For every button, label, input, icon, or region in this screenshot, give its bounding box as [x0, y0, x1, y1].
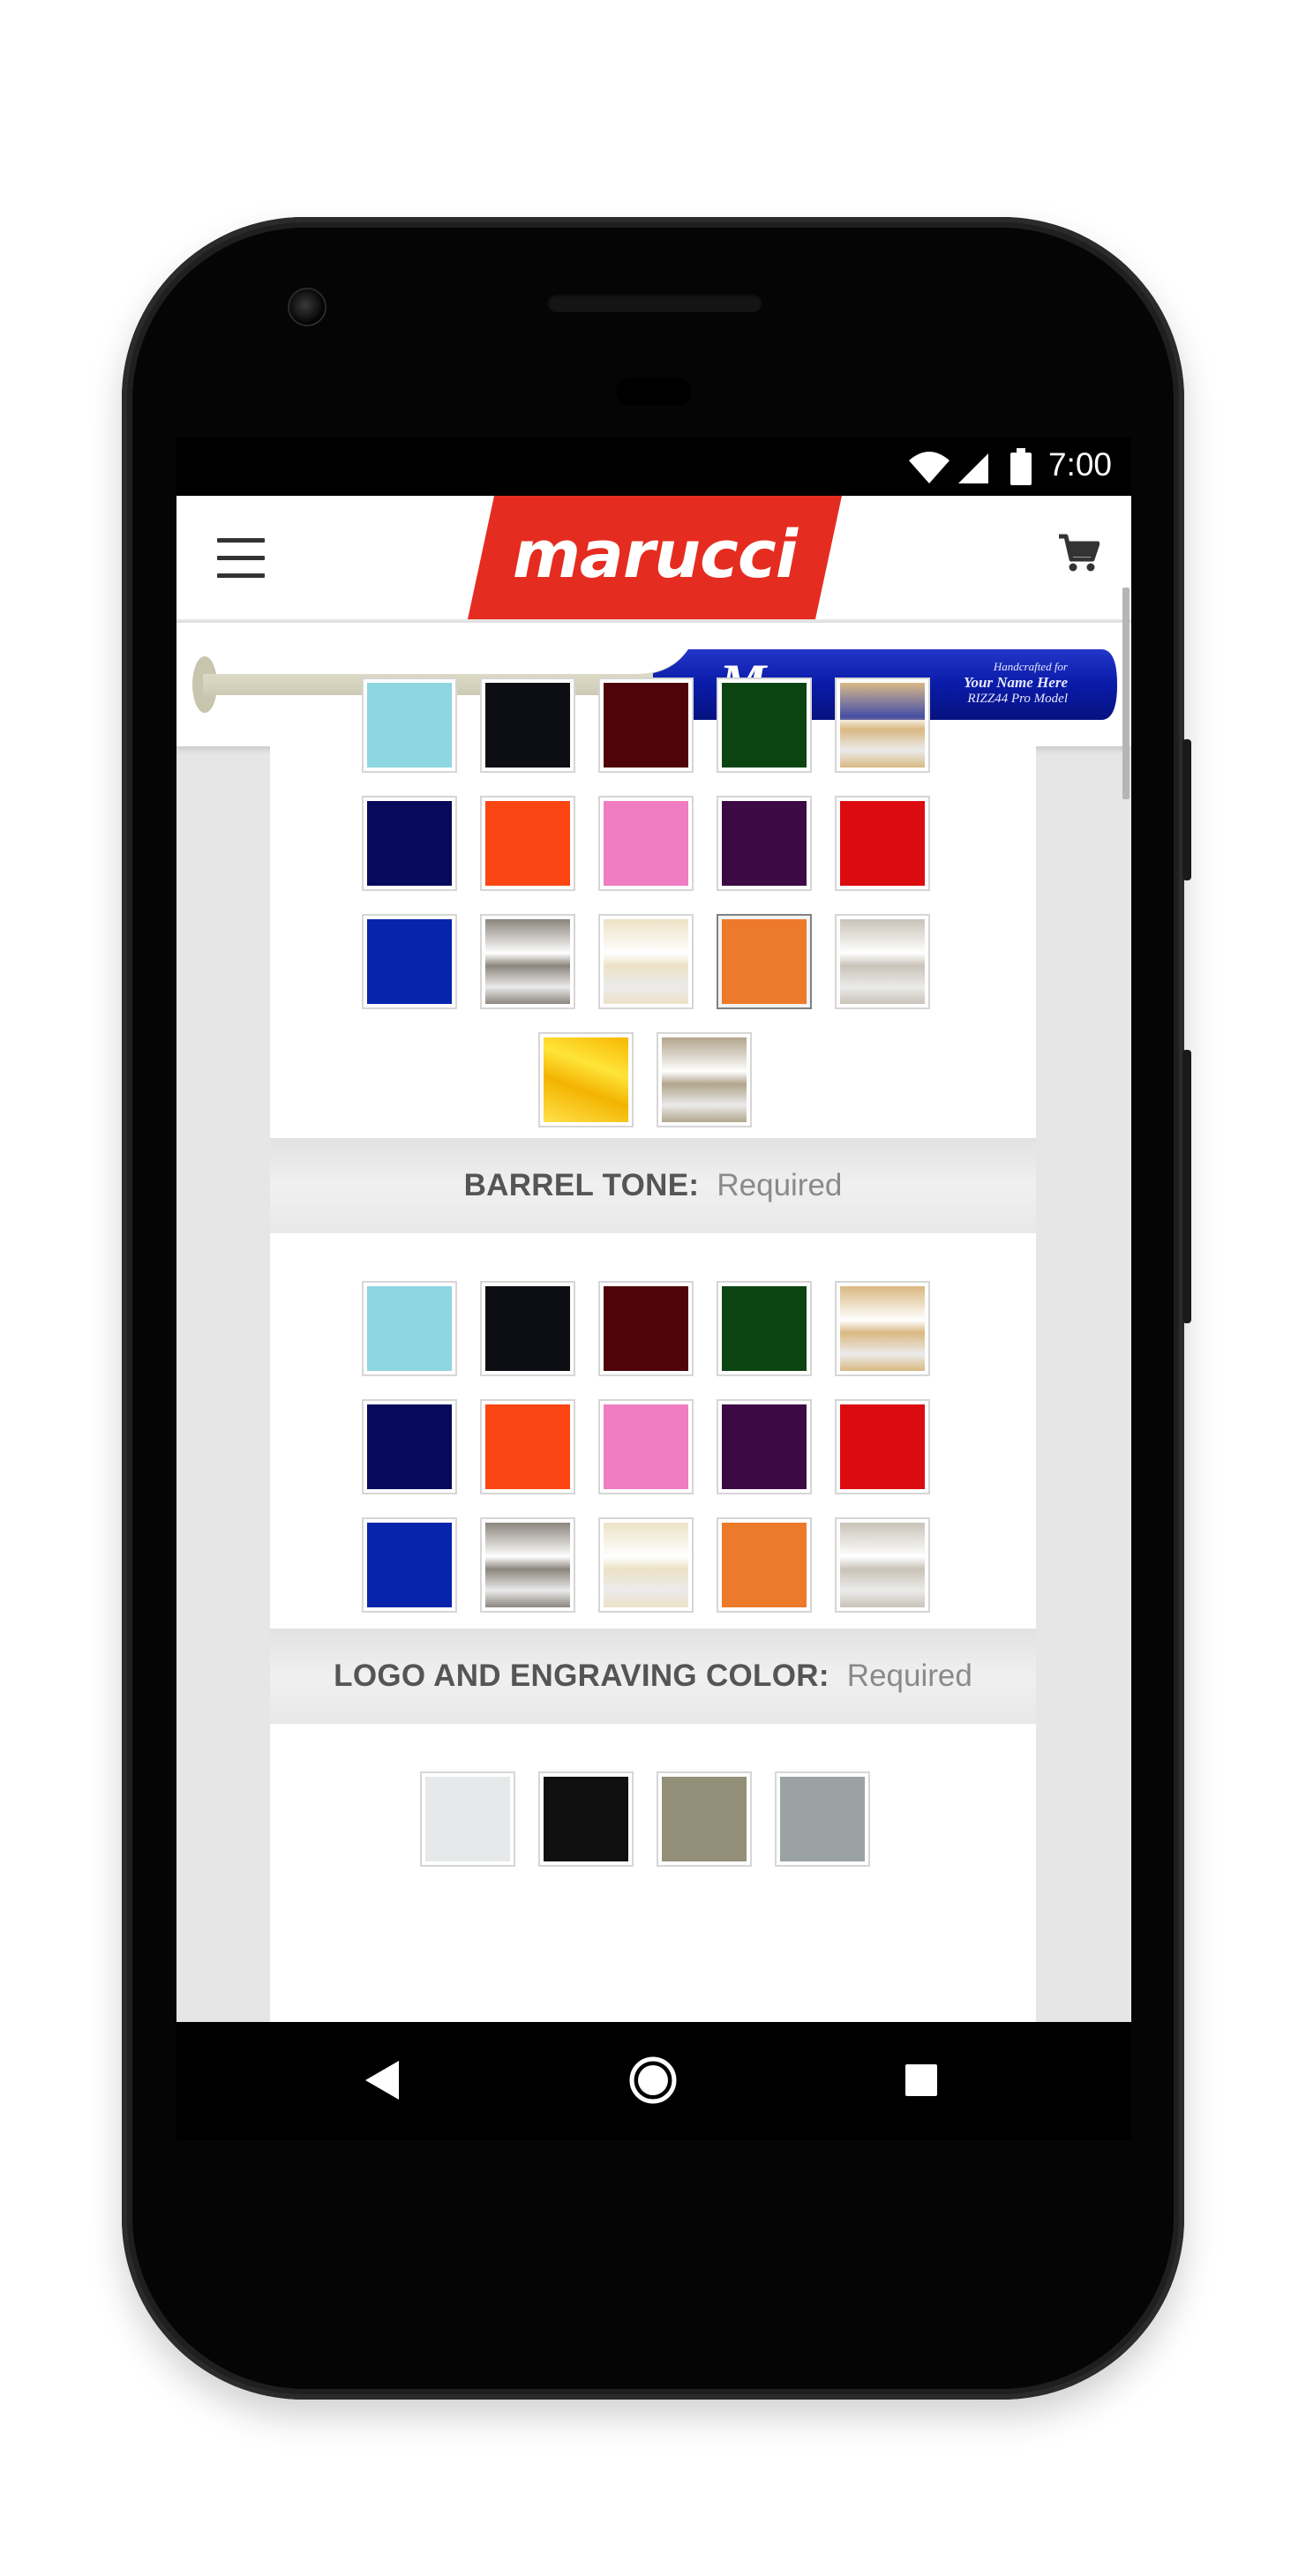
swatch-royal-blue[interactable] — [362, 914, 457, 1009]
power-button — [1182, 739, 1191, 880]
swatch-maroon[interactable] — [598, 1281, 694, 1376]
cart-icon[interactable] — [1057, 533, 1100, 573]
engraving-line-2: Your Name Here — [963, 674, 1068, 691]
swatch-purple[interactable] — [717, 796, 812, 891]
swatch-navy[interactable] — [362, 1399, 457, 1494]
status-bar: 7:00 — [176, 438, 1131, 496]
signal-icon — [958, 453, 988, 483]
swatch-silver-wood[interactable] — [835, 914, 930, 1009]
swatch-royal-blue[interactable] — [362, 1517, 457, 1613]
swatch-green[interactable] — [717, 1281, 812, 1376]
engraving-line-1: Handcrafted for — [993, 660, 1068, 673]
swatch-gold[interactable] — [538, 1032, 634, 1127]
barrel-color-panel — [270, 678, 1036, 1138]
swatch-burnt-orange[interactable] — [717, 1517, 812, 1613]
swatch-cream-wood[interactable] — [598, 1517, 694, 1613]
barrel-tone-header: BARREL TONE: Required — [270, 1138, 1036, 1233]
menu-icon[interactable] — [217, 538, 265, 579]
swatch-pink[interactable] — [598, 1399, 694, 1494]
status-time: 7:00 — [1047, 446, 1112, 483]
swatch-natural[interactable] — [835, 1281, 930, 1376]
front-camera — [288, 288, 326, 326]
brand-name: marucci — [512, 517, 798, 593]
screen: 7:00 marucci Handcrafted for Your Name H… — [176, 438, 1131, 2022]
engraving-line-3: RIZZ44 Pro Model — [967, 692, 1068, 706]
barrel-tone-panel — [270, 1233, 1036, 1629]
logo-swatch-gray[interactable] — [775, 1771, 870, 1867]
swatch-orange[interactable] — [480, 796, 575, 891]
logo-engraving-required: Required — [846, 1659, 972, 1693]
scrollbar[interactable] — [1122, 588, 1130, 799]
swatch-light-blue[interactable] — [362, 678, 457, 773]
swatch-natural[interactable] — [835, 678, 930, 773]
app-header: marucci — [176, 496, 1131, 619]
earpiece-speaker — [547, 293, 762, 312]
proximity-sensor — [616, 378, 692, 406]
battery-icon — [1010, 448, 1032, 485]
home-icon[interactable] — [627, 2054, 679, 2107]
logo-engraving-header: LOGO AND ENGRAVING COLOR: Required — [270, 1629, 1036, 1724]
swatch-burnt-orange[interactable] — [717, 914, 812, 1009]
back-icon[interactable] — [364, 2059, 401, 2101]
swatch-green[interactable] — [717, 678, 812, 773]
swatch-light-blue[interactable] — [362, 1281, 457, 1376]
logo-swatch-khaki[interactable] — [657, 1771, 752, 1867]
swatch-red[interactable] — [835, 796, 930, 891]
swatch-natural-grain[interactable] — [657, 1032, 752, 1127]
swatch-pink[interactable] — [598, 796, 694, 891]
logo-swatch-black[interactable] — [538, 1771, 634, 1867]
logo-engraving-panel — [270, 1724, 1036, 2022]
navigation-bar — [176, 2022, 1131, 2140]
logo-engraving-label: LOGO AND ENGRAVING COLOR: — [334, 1659, 829, 1693]
recents-icon[interactable] — [904, 2063, 939, 2098]
swatch-black[interactable] — [480, 678, 575, 773]
swatch-navy[interactable] — [362, 796, 457, 891]
brand-logo[interactable]: marucci — [468, 496, 842, 619]
swatch-purple[interactable] — [717, 1399, 812, 1494]
swatch-red[interactable] — [835, 1399, 930, 1494]
logo-swatch-white[interactable] — [420, 1771, 515, 1867]
swatch-gray-wood[interactable] — [480, 914, 575, 1009]
barrel-tone-required: Required — [717, 1168, 843, 1202]
swatch-orange[interactable] — [480, 1399, 575, 1494]
swatch-gray-wood[interactable] — [480, 1517, 575, 1613]
swatch-silver-wood[interactable] — [835, 1517, 930, 1613]
swatch-cream-wood[interactable] — [598, 914, 694, 1009]
barrel-tone-label: BARREL TONE: — [463, 1168, 700, 1202]
swatch-maroon[interactable] — [598, 678, 694, 773]
wifi-icon — [909, 452, 949, 483]
swatch-black[interactable] — [480, 1281, 575, 1376]
volume-button — [1182, 1050, 1191, 1323]
